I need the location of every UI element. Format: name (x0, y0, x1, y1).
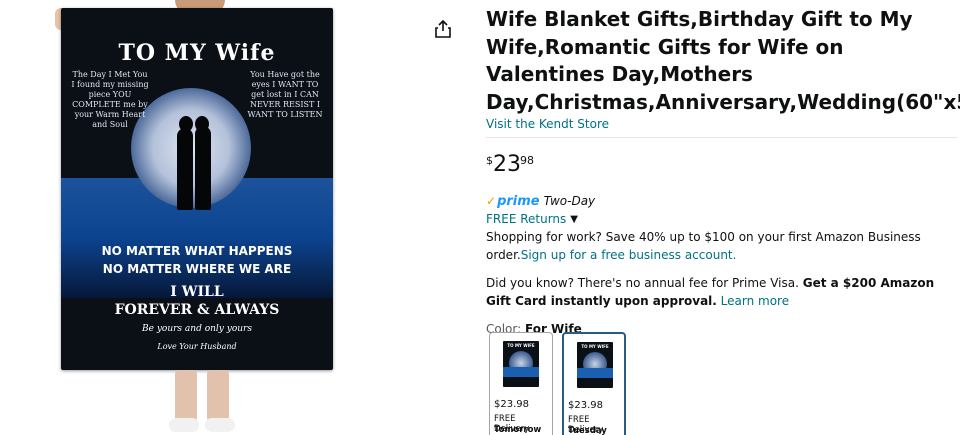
free-returns[interactable]: FREE Returns ▼ (486, 212, 956, 226)
price: $ 23 98 (486, 152, 956, 178)
blanket-right-text: You Have got the eyes I WANT TO get lost… (247, 70, 323, 119)
blanket-line-2: NO MATTER WHERE WE ARE (102, 262, 292, 276)
blanket-left-text: The Day I Met You I found my missing pie… (71, 70, 149, 129)
color-selector-label: Color: For Wife (486, 322, 956, 336)
blanket-title: TO MY Wife (118, 40, 276, 66)
share-icon[interactable] (432, 18, 454, 40)
store-link[interactable]: Visit the Kendt Store (486, 117, 956, 131)
product-image[interactable]: TO MY Wife The Day I Met You I found my … (55, 0, 335, 435)
blanket: TO MY Wife The Day I Met You I found my … (61, 8, 333, 370)
business-signup-link[interactable]: Sign up for a free business account. (521, 248, 737, 262)
blanket-line-1: NO MATTER WHAT HAPPENS (101, 244, 293, 258)
swatch-thumbnail: TO MY WIFE (577, 342, 613, 388)
swatch-thumbnail: TO MY WIFE (503, 341, 539, 387)
business-offer: Shopping for work? Save 40% up to $100 o… (486, 229, 951, 264)
prime-visa-offer: Did you know? There's no annual fee for … (486, 275, 951, 310)
price-whole: 23 (493, 152, 521, 177)
product-title: Wife Blanket Gifts,Birthday Gift to My W… (486, 7, 960, 114)
learn-more-link[interactable]: Learn more (721, 294, 789, 308)
swatch-option-selected[interactable]: TO MY WIFE $23.98 FREE Delivery Tuesday (562, 332, 626, 435)
price-fraction: 98 (520, 154, 534, 167)
blanket-line-4: FOREVER & ALWAYS (114, 302, 280, 318)
prime-check-icon: ✓ (486, 194, 497, 208)
prime-logo: prime (497, 193, 540, 209)
swatch-thumb-title: TO MY WIFE (507, 343, 535, 348)
blanket-line-6: Love Your Husband (157, 342, 237, 351)
prime-delivery-label: Two-Day (543, 194, 596, 208)
blanket-line-5: Be yours and only yours (142, 324, 252, 334)
swatch-option[interactable]: TO MY WIFE $23.98 FREE Delivery Tomorrow (489, 332, 553, 435)
swatch-delivery-day: Tomorrow (494, 425, 542, 435)
prime-visa-intro: Did you know? There's no annual fee for … (486, 276, 803, 290)
swatch-price: $23.98 (568, 400, 603, 411)
person-legs (169, 370, 235, 435)
couple-silhouette (173, 116, 217, 212)
prime-badge: ✓ prime Two-Day (486, 193, 956, 209)
price-symbol: $ (486, 154, 493, 167)
swatch-price: $23.98 (494, 399, 529, 410)
blanket-line-3: I WILL (170, 284, 224, 300)
divider (486, 137, 958, 138)
free-returns-label[interactable]: FREE Returns (486, 212, 566, 226)
chevron-down-icon[interactable]: ▼ (570, 214, 578, 225)
product-details: Wife Blanket Gifts,Birthday Gift to My W… (486, 0, 960, 336)
swatch-delivery-day: Tuesday (568, 426, 607, 435)
swatch-thumb-title: TO MY WIFE (581, 344, 609, 349)
